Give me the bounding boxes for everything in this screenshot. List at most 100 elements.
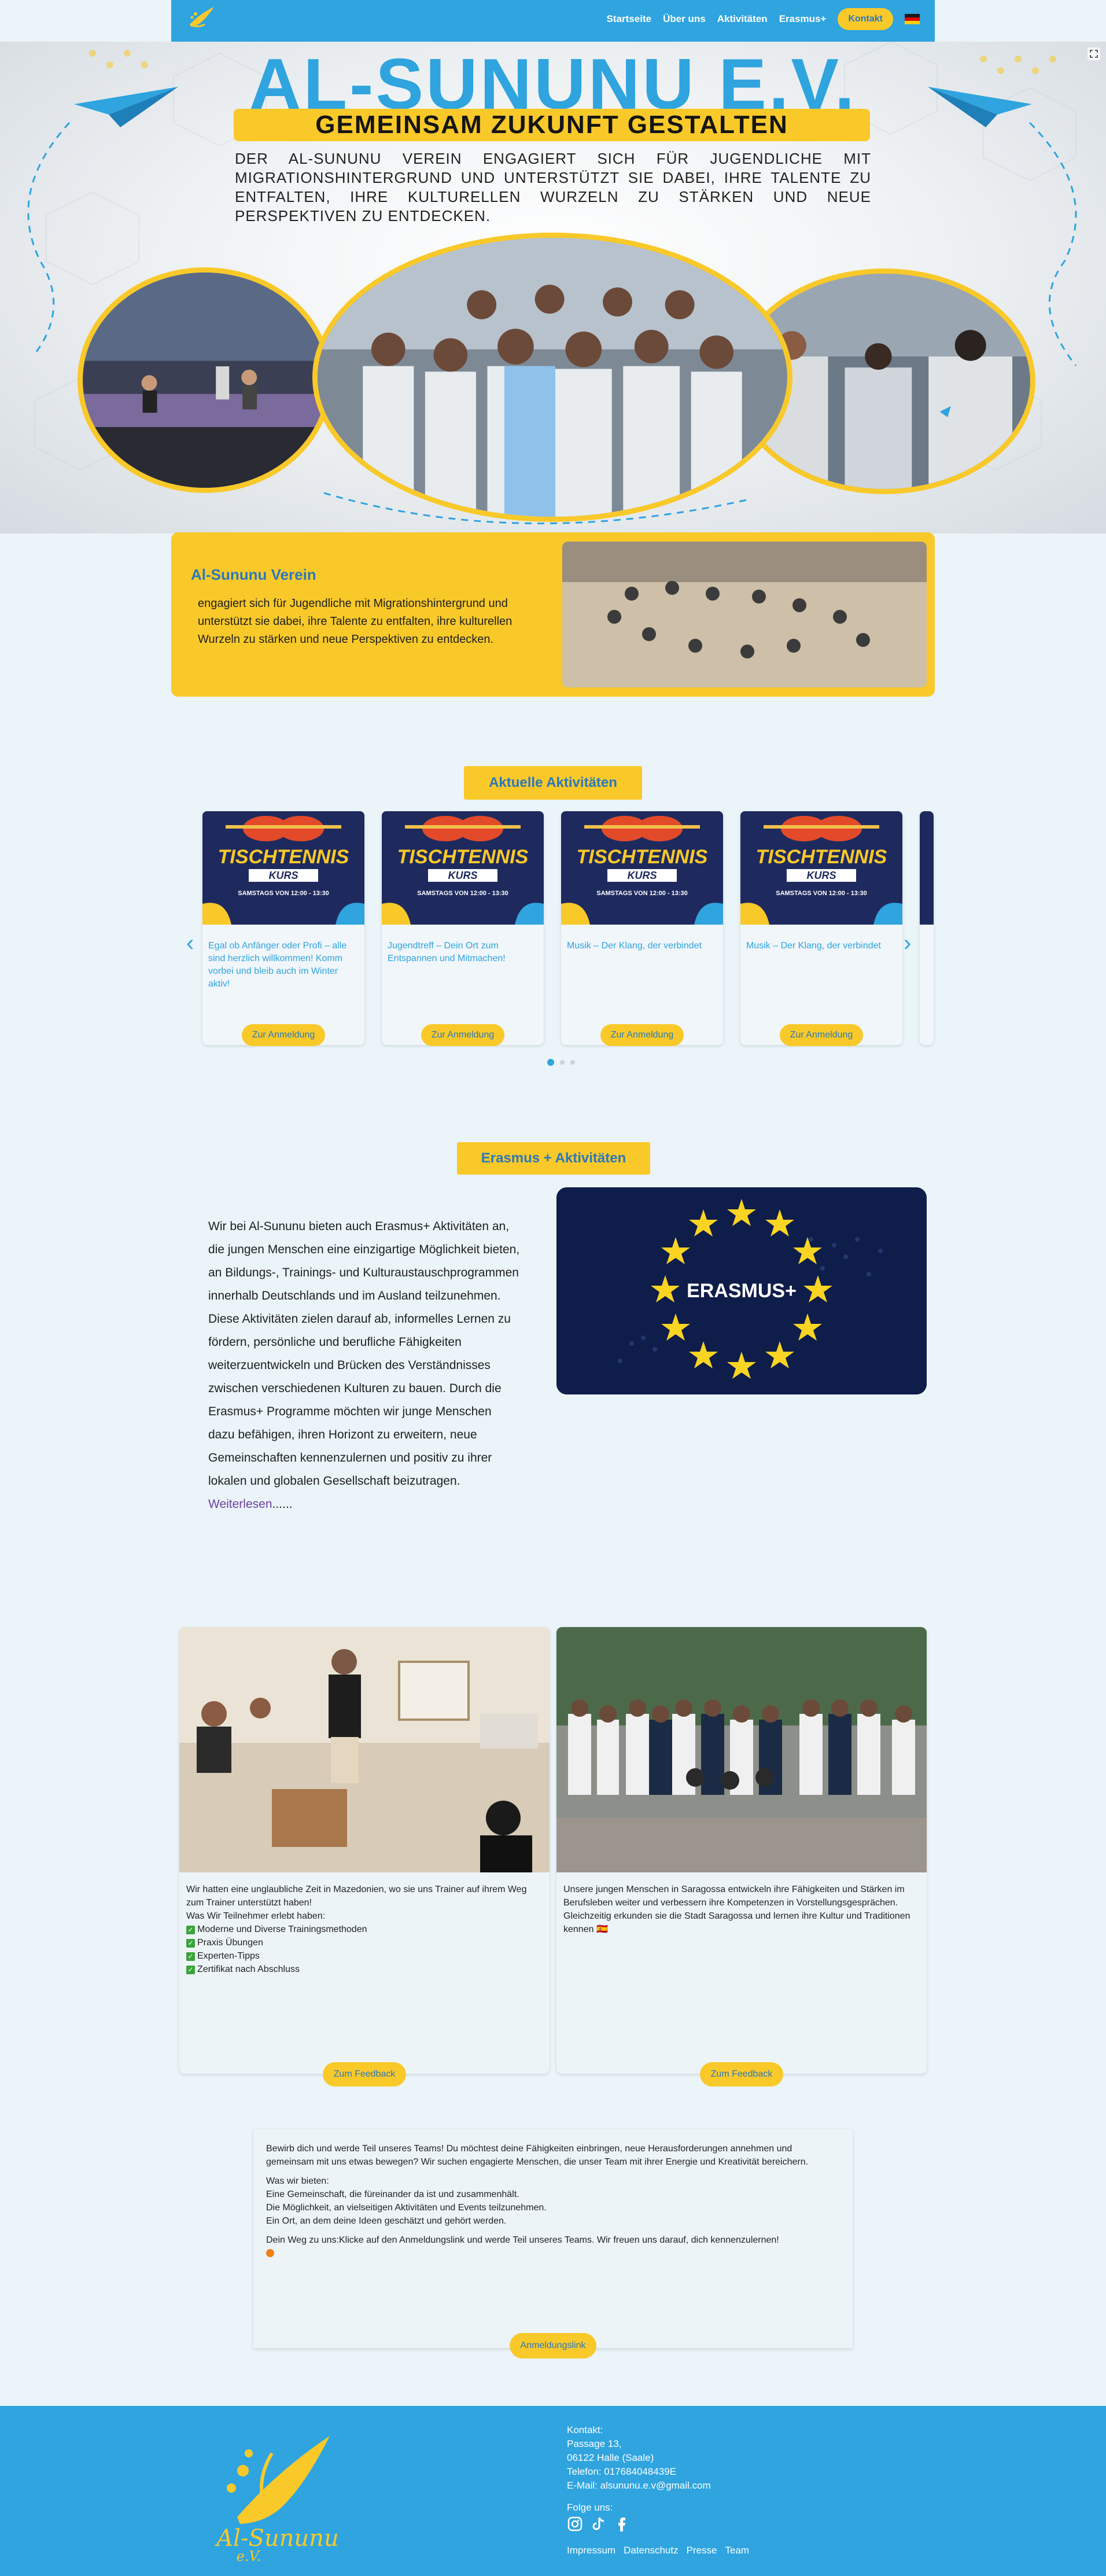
join-team-section: Bewirb dich und werde Teil unseres Teams… — [253, 2129, 853, 2358]
expand-icon[interactable] — [1087, 47, 1100, 60]
check-icon: ✓ — [186, 1926, 195, 1934]
erasmus-paragraph: Wir bei Al-Sununu bieten auch Erasmus+ A… — [208, 1220, 520, 1488]
register-button[interactable]: Zur Anmeldung — [600, 1024, 684, 1046]
emoji-icon — [266, 2249, 274, 2257]
intro-circle-photo — [562, 542, 927, 687]
feedback-button[interactable]: Zum Feedback — [700, 2062, 783, 2086]
carousel-prev-icon[interactable]: ‹ — [186, 932, 194, 955]
join-offer-item: Ein Ort, an dem deine Ideen geschätzt un… — [266, 2216, 507, 2226]
impressum-link[interactable]: Impressum — [567, 2545, 615, 2556]
poster-time: SAMSTAGS VON 12:00 - 13:30 — [596, 890, 688, 897]
feedback-list-item: ✓ Praxis Übungen — [186, 1936, 543, 1949]
feedback-intro: Wir hatten eine unglaubliche Zeit in Maz… — [186, 1885, 527, 1908]
erasmus-title: Erasmus + Aktivitäten — [457, 1142, 650, 1175]
datenschutz-link[interactable]: Datenschutz — [624, 2545, 679, 2556]
contact-label: Kontakt: — [567, 2424, 603, 2435]
erasmus-logo-text: ERASMUS+ — [687, 1280, 797, 1302]
swallow-logo-icon[interactable]: Al-Sununu e.V. — [214, 2419, 341, 2563]
tiktok-icon[interactable] — [590, 2516, 606, 2532]
feedback-button[interactable]: Zum Feedback — [323, 2062, 406, 2086]
feedback-list-item: ✓ Moderne und Diverse Trainingsmethoden — [186, 1923, 543, 1936]
training-session-photo — [179, 1627, 550, 1872]
poster-sub: KURS — [627, 870, 657, 881]
feedback-card-saragossa: Unsere jungen Menschen in Saragossa entw… — [556, 1627, 927, 2086]
feedback-lead: Was Wir Teilnehmer erlebt haben: — [186, 1911, 326, 1921]
nav-startseite[interactable]: Startseite — [607, 13, 651, 25]
card-text: Musik – Der Klang, der verbindet — [746, 941, 881, 951]
register-button[interactable]: Zur Anmeldung — [421, 1024, 504, 1046]
poster-title: TISCHTENNIS — [397, 846, 529, 868]
erasmus-text: Wir bei Al-Sununu bieten auch Erasmus+ A… — [208, 1215, 521, 1516]
card-text: Musik – Der Klang, der verbindet — [567, 941, 702, 951]
read-more-dots: ...... — [272, 1497, 293, 1511]
address-line: 06122 Halle (Saale) — [567, 2452, 654, 2463]
footer-logo-sub: e.V. — [237, 2548, 261, 2563]
carousel-dot[interactable] — [570, 1060, 575, 1065]
register-button[interactable]: Zur Anmeldung — [780, 1024, 863, 1046]
phone: Telefon: 017684048439E — [567, 2466, 677, 2477]
card-text: Jugendtreff – Dein Ort zum Entspannen un… — [388, 941, 506, 963]
poster-sub: KURS — [448, 870, 477, 881]
poster-title: TISCHTENNIS — [218, 846, 349, 868]
carousel-dot[interactable] — [560, 1060, 565, 1065]
join-intro: Bewirb dich und werde Teil unseres Teams… — [266, 2144, 809, 2167]
check-icon: ✓ — [186, 1939, 195, 1948]
feedback-list-item: ✓ Zertifikat nach Abschluss — [186, 1963, 543, 1976]
activity-card-partial — [920, 811, 934, 1045]
feedback-list-item: ✓ Experten-Tipps — [186, 1949, 543, 1963]
youth-group-photo — [312, 233, 792, 522]
join-offer-lead: Was wir bieten: — [266, 2176, 329, 2186]
read-more-link[interactable]: Weiterlesen — [208, 1497, 272, 1511]
hero-text: Der Al-Sununu Verein engagiert sich für … — [235, 150, 871, 225]
poster-title: TISCHTENNIS — [756, 846, 887, 868]
join-text: Bewirb dich und werde Teil unseres Teams… — [266, 2142, 839, 2257]
nav-aktivitaeten[interactable]: Aktivitäten — [717, 13, 768, 25]
poster-sub: KURS — [806, 870, 836, 881]
email: E-Mail: alsununu.e.v@gmail.com — [567, 2480, 711, 2491]
intro-section: Al-Sununu Verein engagiert sich für Juge… — [171, 532, 935, 697]
social-icons — [567, 2516, 629, 2532]
activities-title: Aktuelle Aktivitäten — [464, 766, 642, 800]
tischtennis-poster: TISCHTENNIS KURS SAMSTAGS VON 12:00 - 13… — [202, 811, 364, 925]
register-button[interactable]: Zur Anmeldung — [242, 1024, 325, 1046]
team-link[interactable]: Team — [725, 2545, 750, 2556]
intro-title: Al-Sununu Verein — [191, 566, 316, 583]
poster-sub: KURS — [268, 870, 298, 881]
instagram-icon[interactable] — [567, 2516, 583, 2532]
poster-title: TISCHTENNIS — [577, 846, 708, 868]
tischtennis-poster: TISCHTENNIS KURS SAMSTAGS VON 12:00 - 13… — [382, 811, 544, 925]
activity-card: TISCHTENNIS KURS SAMSTAGS VON 12:00 - 13… — [202, 811, 364, 1046]
apply-link-button[interactable]: Anmeldungslink — [510, 2333, 596, 2358]
poster-time: SAMSTAGS VON 12:00 - 13:30 — [238, 890, 329, 897]
hero-section: AL-SUNUNU E.V. GEMEINSAM ZUKUNFT GESTALT… — [0, 42, 1106, 533]
intro-text: engagiert sich für Jugendliche mit Migra… — [198, 597, 513, 646]
activity-card: TISCHTENNIS KURS SAMSTAGS VON 12:00 - 13… — [740, 811, 902, 1046]
activity-card: TISCHTENNIS KURS SAMSTAGS VON 12:00 - 13… — [382, 811, 544, 1046]
saragossa-group-photo — [556, 1627, 927, 1872]
facebook-icon[interactable] — [613, 2516, 629, 2532]
activity-card: TISCHTENNIS KURS SAMSTAGS VON 12:00 - 13… — [561, 811, 723, 1046]
hero-slogan: GEMEINSAM ZUKUNFT GESTALTEN — [234, 109, 870, 141]
swallow-logo-icon[interactable] — [184, 2, 219, 37]
carousel-next-icon[interactable]: › — [904, 932, 911, 955]
top-navbar: Startseite Über uns Aktivitäten Erasmus+… — [171, 0, 935, 42]
poster-time: SAMSTAGS VON 12:00 - 13:30 — [417, 890, 508, 897]
nav-ueber-uns[interactable]: Über uns — [663, 13, 706, 25]
tischtennis-poster: TISCHTENNIS KURS SAMSTAGS VON 12:00 - 13… — [561, 811, 723, 925]
check-icon: ✓ — [186, 1952, 195, 1961]
nav-links: Startseite Über uns Aktivitäten Erasmus+… — [607, 8, 920, 30]
german-flag-icon[interactable] — [905, 14, 920, 24]
carousel-dots — [547, 1059, 575, 1066]
tischtennis-poster: TISCHTENNIS KURS SAMSTAGS VON 12:00 - 13… — [740, 811, 902, 925]
kontakt-button[interactable]: Kontakt — [838, 8, 893, 30]
footer: Al-Sununu e.V. Kontakt: Passage 13, 0612… — [0, 2406, 1106, 2576]
card-text: Egal ob Anfänger oder Profi – alle sind … — [208, 941, 347, 989]
footer-contact: Kontakt: Passage 13, 06122 Halle (Saale)… — [567, 2423, 711, 2515]
presse-link[interactable]: Presse — [687, 2545, 717, 2556]
carousel-dot[interactable] — [547, 1059, 554, 1066]
nav-erasmus[interactable]: Erasmus+ — [779, 13, 827, 25]
check-icon: ✓ — [186, 1966, 195, 1974]
feedback-text: Wir hatten eine unglaubliche Zeit in Maz… — [186, 1883, 543, 1976]
address-line: Passage 13, — [567, 2438, 622, 2449]
event-stage-photo — [78, 267, 332, 493]
